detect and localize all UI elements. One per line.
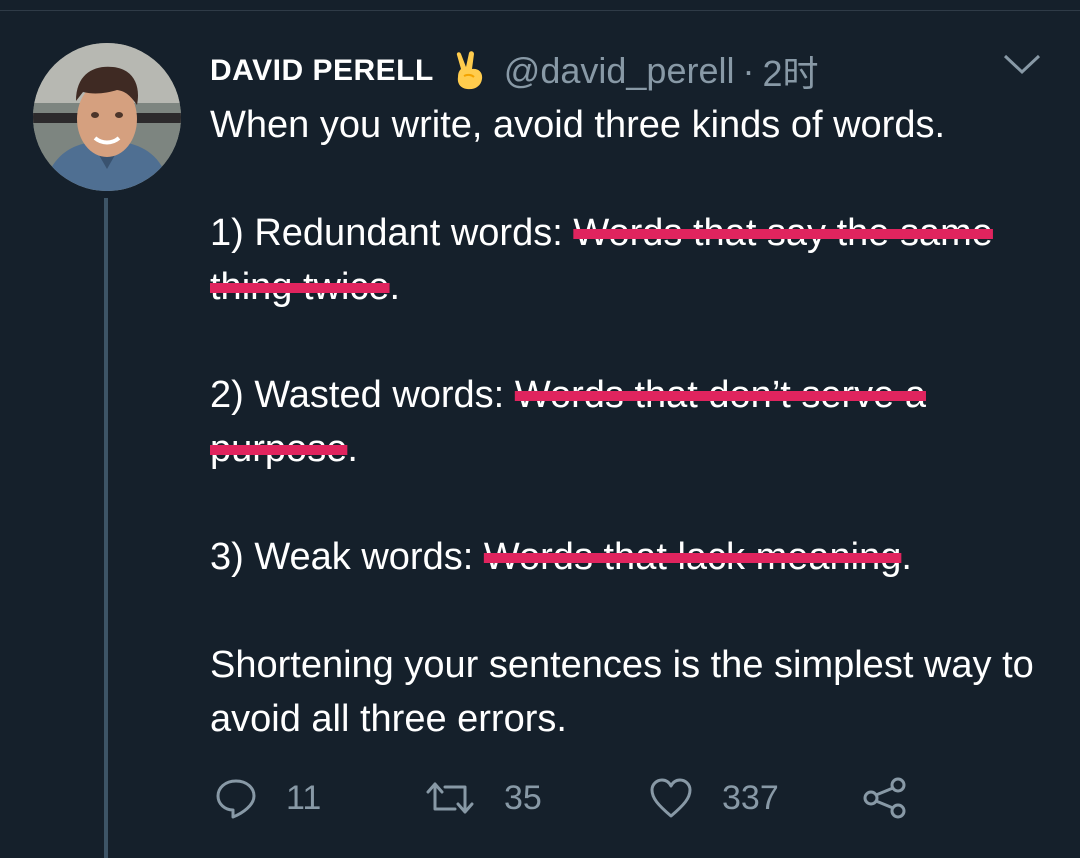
tweet-header: DAVID PERELL @david_perell · 2时	[210, 44, 819, 98]
tweet-actions: 11 35 337	[214, 770, 974, 826]
tweet-intro: When you write, avoid three kinds of wor…	[210, 104, 946, 146]
item-3-suffix: .	[901, 536, 912, 578]
retweet-count: 35	[504, 778, 542, 817]
tweet-conclusion: Shortening your sentences is the simples…	[210, 644, 1034, 740]
heart-icon	[648, 777, 694, 819]
top-divider	[0, 10, 1080, 11]
thread-line	[104, 198, 108, 858]
item-3-prefix: 3) Weak words:	[210, 536, 484, 578]
tweet-body: When you write, avoid three kinds of wor…	[210, 98, 1060, 746]
share-icon	[862, 775, 908, 821]
tweet-item-2: 2) Wasted words: Words that don’t serve …	[210, 368, 1060, 476]
share-button[interactable]	[862, 770, 908, 826]
victory-hand-emoji	[454, 51, 488, 91]
author-handle[interactable]: @david_perell	[504, 50, 735, 92]
reply-icon	[214, 776, 258, 820]
tweet-item-1: 1) Redundant words: Words that say the s…	[210, 206, 1060, 314]
reply-button[interactable]: 11	[214, 770, 321, 826]
timestamp[interactable]: 2时	[762, 45, 818, 97]
like-button[interactable]: 337	[648, 770, 779, 826]
author-name[interactable]: DAVID PERELL	[210, 54, 434, 88]
tweet-frame: DAVID PERELL @david_perell · 2时 When you…	[0, 0, 1080, 858]
chevron-down-icon[interactable]	[1002, 52, 1042, 78]
item-3-struck-text: Words that lack meaning	[483, 536, 902, 578]
tweet-item-3: 3) Weak words: Words that lack meaning.	[210, 530, 1060, 584]
like-count: 337	[722, 778, 779, 817]
retweet-icon	[424, 776, 476, 820]
item-1-prefix: 1) Redundant words:	[210, 212, 574, 254]
reply-count: 11	[286, 778, 322, 817]
retweet-button[interactable]: 35	[424, 770, 542, 826]
avatar[interactable]	[33, 43, 181, 191]
item-2-prefix: 2) Wasted words:	[210, 374, 515, 416]
separator-dot: ·	[742, 50, 755, 91]
item-2-suffix: .	[347, 428, 358, 470]
item-1-suffix: .	[389, 266, 401, 308]
